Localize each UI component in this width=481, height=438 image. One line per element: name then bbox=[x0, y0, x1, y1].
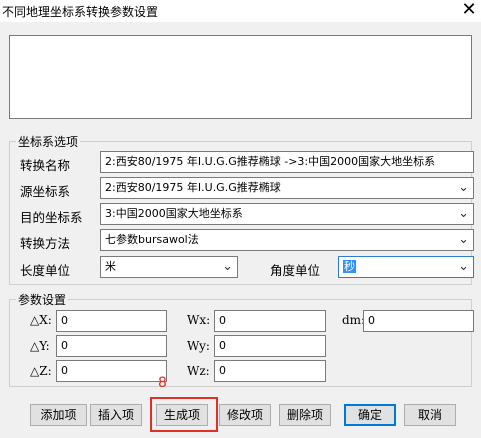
length-unit-value: 米 bbox=[105, 260, 116, 273]
cancel-button[interactable]: 取消 bbox=[404, 404, 456, 426]
conversion-name-field[interactable]: 2:西安80/1975 年I.U.G.G推荐椭球 ->3:中国2000国家大地坐… bbox=[100, 151, 474, 173]
dy-input[interactable]: 0 bbox=[56, 335, 167, 357]
dy-label: △Y: bbox=[30, 339, 50, 353]
angle-unit-value: 秒 bbox=[343, 260, 356, 273]
dx-label: △X: bbox=[30, 313, 52, 327]
target-crs-label: 目的坐标系 bbox=[20, 210, 83, 225]
modify-button[interactable]: 修改项 bbox=[219, 404, 271, 426]
target-crs-value: 3:中国2000国家大地坐标系 bbox=[105, 207, 243, 220]
method-value: 七参数bursawol法 bbox=[105, 233, 199, 246]
angle-unit-label: 角度单位 bbox=[270, 263, 321, 278]
coord-options-title: 坐标系选项 bbox=[16, 133, 81, 150]
angle-unit-select[interactable]: 秒 ⌄ bbox=[338, 256, 474, 278]
source-crs-value: 2:西安80/1975 年I.U.G.G推荐椭球 bbox=[105, 181, 281, 194]
dz-label: △Z: bbox=[30, 364, 52, 378]
wy-label: Wy: bbox=[187, 339, 210, 353]
wx-input[interactable]: 0 bbox=[214, 310, 326, 332]
method-label: 转换方法 bbox=[20, 236, 71, 251]
chevron-down-icon[interactable]: ⌄ bbox=[458, 257, 469, 277]
wz-input[interactable]: 0 bbox=[214, 360, 326, 382]
dz-input[interactable]: 0 bbox=[56, 360, 167, 382]
wx-label: Wx: bbox=[187, 313, 211, 327]
source-crs-label: 源坐标系 bbox=[20, 184, 71, 199]
method-select[interactable]: 七参数bursawol法 ⌄ bbox=[100, 229, 474, 251]
insert-button[interactable]: 插入项 bbox=[90, 404, 142, 426]
add-button[interactable]: 添加项 bbox=[30, 404, 87, 426]
step-number-annotation: 8 bbox=[158, 375, 167, 391]
chevron-down-icon[interactable]: ⌄ bbox=[458, 178, 469, 198]
dx-input[interactable]: 0 bbox=[56, 310, 167, 332]
param-group-title: 参数设置 bbox=[16, 291, 69, 308]
delete-button[interactable]: 删除项 bbox=[279, 404, 331, 426]
target-crs-select[interactable]: 3:中国2000国家大地坐标系 ⌄ bbox=[100, 203, 474, 225]
dm-label: dm: bbox=[342, 313, 366, 327]
wz-label: Wz: bbox=[187, 364, 210, 378]
length-unit-select[interactable]: 米 ⌄ bbox=[100, 256, 238, 278]
close-icon[interactable]: ✕ bbox=[460, 0, 478, 21]
ok-button[interactable]: 确定 bbox=[344, 404, 396, 426]
highlight-box bbox=[150, 397, 218, 432]
conversion-name-label: 转换名称 bbox=[20, 158, 71, 173]
window-title: 不同地理坐标系转换参数设置 bbox=[2, 5, 159, 19]
chevron-down-icon[interactable]: ⌄ bbox=[458, 204, 469, 224]
chevron-down-icon[interactable]: ⌄ bbox=[458, 230, 469, 250]
source-crs-select[interactable]: 2:西安80/1975 年I.U.G.G推荐椭球 ⌄ bbox=[100, 177, 474, 199]
chevron-down-icon[interactable]: ⌄ bbox=[222, 257, 233, 277]
dm-input[interactable]: 0 bbox=[363, 310, 474, 332]
length-unit-label: 长度单位 bbox=[20, 263, 71, 278]
wy-input[interactable]: 0 bbox=[214, 335, 326, 357]
conversion-list[interactable] bbox=[9, 35, 472, 119]
